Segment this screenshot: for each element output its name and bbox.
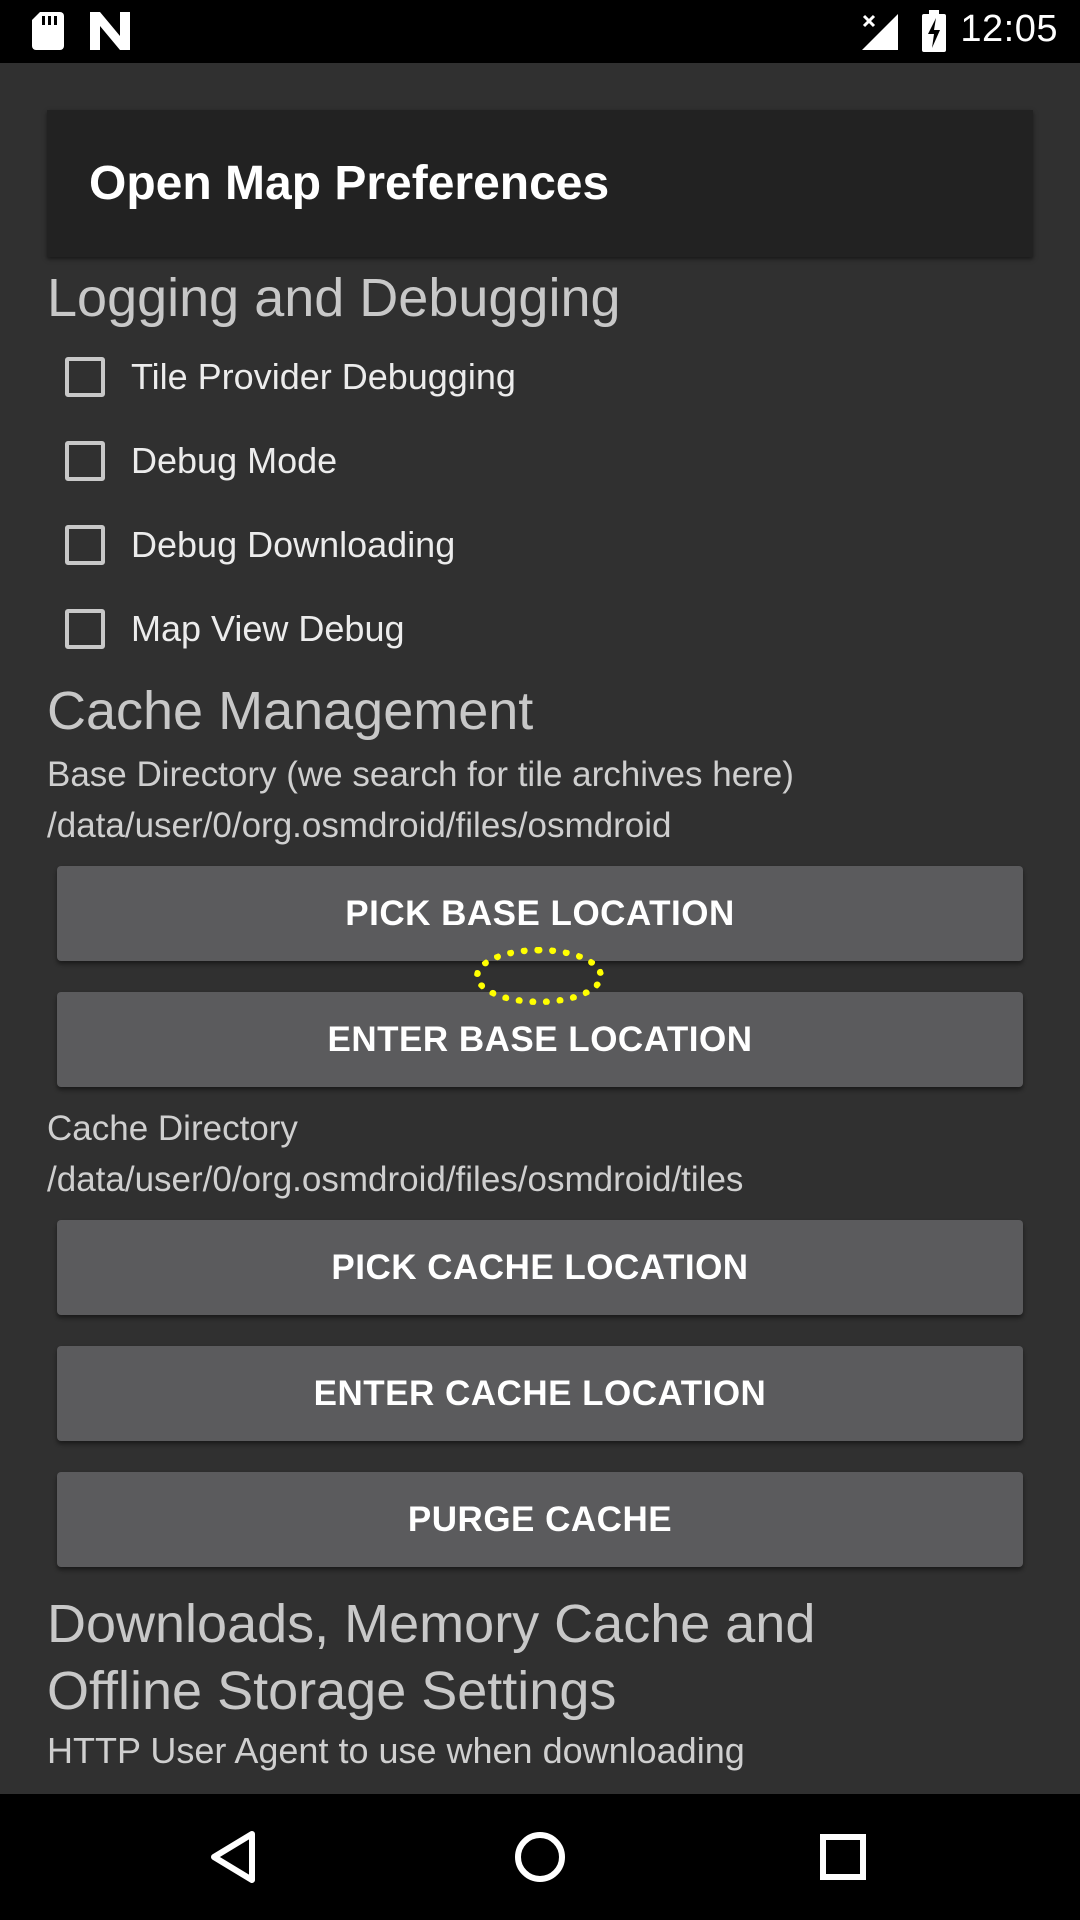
checkbox[interactable]	[65, 441, 105, 481]
enter-base-location-button[interactable]: ENTER BASE LOCATION	[57, 992, 1023, 1087]
title-card: Open Map Preferences	[47, 110, 1033, 257]
page-title: Open Map Preferences	[89, 157, 610, 210]
section-header-downloads-line1: Downloads, Memory Cache and	[47, 1594, 816, 1654]
section-header-downloads-line2: Offline Storage Settings	[47, 1661, 617, 1721]
checkbox[interactable]	[65, 609, 105, 649]
home-icon[interactable]	[505, 1822, 575, 1892]
checkbox[interactable]	[65, 525, 105, 565]
checkbox-row-debug-mode[interactable]: Debug Mode	[65, 431, 337, 491]
checkbox-label: Map View Debug	[131, 608, 405, 649]
checkbox-label: Tile Provider Debugging	[131, 356, 516, 397]
back-icon[interactable]	[200, 1822, 270, 1892]
recents-icon[interactable]	[808, 1822, 878, 1892]
checkbox-label: Debug Downloading	[131, 524, 456, 565]
section-header-cache: Cache Management	[47, 681, 534, 741]
checkbox-row-tile-provider-debugging[interactable]: Tile Provider Debugging	[65, 347, 516, 407]
base-directory-label: Base Directory (we search for tile archi…	[47, 755, 794, 794]
pick-base-location-button[interactable]: PICK BASE LOCATION	[57, 866, 1023, 961]
base-directory-value: /data/user/0/org.osmdroid/files/osmdroid	[47, 806, 672, 845]
enter-cache-location-button[interactable]: ENTER CACHE LOCATION	[57, 1346, 1023, 1441]
checkbox-row-map-view-debug[interactable]: Map View Debug	[65, 599, 405, 659]
cache-directory-value: /data/user/0/org.osmdroid/files/osmdroid…	[47, 1160, 744, 1199]
preferences-content[interactable]: Open Map Preferences Logging and Debuggi…	[0, 63, 1080, 1794]
checkbox[interactable]	[65, 357, 105, 397]
pick-cache-location-button[interactable]: PICK CACHE LOCATION	[57, 1220, 1023, 1315]
checkbox-row-debug-downloading[interactable]: Debug Downloading	[65, 515, 455, 575]
n-logo-icon	[90, 12, 130, 50]
checkbox-label: Debug Mode	[131, 440, 338, 481]
section-header-logging: Logging and Debugging	[47, 268, 621, 328]
purge-cache-button[interactable]: PURGE CACHE	[57, 1472, 1023, 1567]
sd-card-icon	[32, 12, 64, 50]
signal-no-service-icon	[862, 14, 898, 50]
cache-directory-label: Cache Directory	[47, 1109, 298, 1148]
status-bar: 12:05	[0, 0, 1080, 63]
http-user-agent-label: HTTP User Agent to use when downloading	[47, 1730, 745, 1771]
battery-charging-icon	[922, 10, 946, 52]
status-time: 12:05	[960, 8, 1058, 50]
navigation-bar	[0, 1794, 1080, 1920]
